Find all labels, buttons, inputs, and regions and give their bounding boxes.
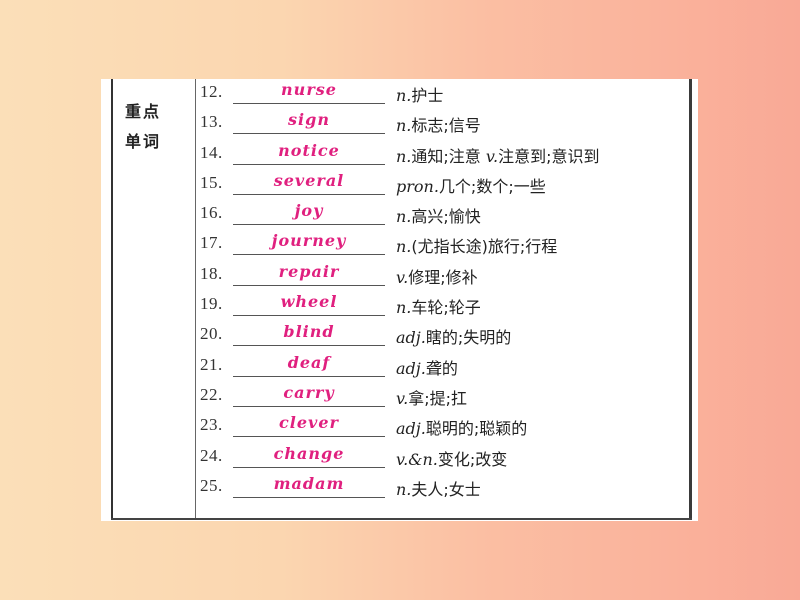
item-number: 16. bbox=[200, 203, 223, 223]
item-number: 17. bbox=[200, 233, 223, 253]
item-number: 20. bbox=[200, 324, 223, 344]
item-number: 14. bbox=[200, 142, 223, 162]
answer-blank-line bbox=[233, 163, 385, 165]
answer-blank-line bbox=[233, 375, 385, 377]
answer-word: deaf bbox=[287, 352, 331, 372]
part-of-speech: n. bbox=[396, 298, 412, 318]
definition: n.通知;注意 v.注意到;意识到 bbox=[396, 143, 600, 167]
part-of-speech: n. bbox=[396, 86, 412, 105]
column-divider bbox=[195, 79, 196, 520]
item-number: 22. bbox=[200, 384, 223, 404]
part-of-speech: n. bbox=[396, 207, 412, 227]
definition: v.修理;修补 bbox=[396, 264, 478, 288]
answer-word: change bbox=[273, 443, 345, 463]
meaning: 护士 bbox=[411, 86, 444, 105]
definition: n.标志;信号 bbox=[396, 112, 481, 136]
meaning: (尤指长途)旅行;行程 bbox=[411, 237, 558, 257]
item-number: 25. bbox=[200, 475, 223, 495]
item-number: 21. bbox=[200, 354, 223, 374]
part-of-speech: v. bbox=[396, 267, 409, 287]
meaning: 变化;改变 bbox=[437, 449, 508, 469]
definition: v.拿;提;扛 bbox=[396, 385, 467, 409]
definition: n.护士 bbox=[396, 82, 443, 106]
answer-blank-line bbox=[233, 345, 385, 347]
item-number: 13. bbox=[200, 112, 223, 132]
answer-word: carry bbox=[283, 382, 335, 402]
category-label: 重点 单词 bbox=[125, 97, 185, 157]
item-number: 15. bbox=[200, 172, 223, 192]
part-of-speech: adj. bbox=[396, 328, 426, 348]
item-number: 18. bbox=[200, 263, 223, 283]
meaning: 聪明的;聪颖的 bbox=[425, 419, 528, 439]
category-label-line2: 单词 bbox=[125, 132, 162, 151]
definition: v.&n.变化;改变 bbox=[396, 446, 507, 470]
table-border-right bbox=[689, 79, 692, 520]
answer-blank-line bbox=[233, 103, 385, 104]
answer-word: sign bbox=[288, 110, 330, 130]
definition: n.(尤指长途)旅行;行程 bbox=[396, 233, 557, 257]
part-of-speech: n. bbox=[396, 116, 412, 136]
answer-word: repair bbox=[278, 261, 340, 281]
category-label-line1: 重点 bbox=[125, 102, 162, 121]
definition: adj.瞎的;失明的 bbox=[396, 324, 511, 348]
answer-word: clever bbox=[279, 413, 339, 433]
answer-word: madam bbox=[273, 473, 345, 493]
part-of-speech: adj. bbox=[396, 358, 426, 378]
meaning: 通知;注意 bbox=[411, 146, 486, 166]
part-of-speech: n. bbox=[396, 146, 412, 166]
table-border-bottom bbox=[111, 518, 692, 520]
definition: pron.几个;数个;一些 bbox=[396, 173, 546, 197]
item-number: 23. bbox=[200, 415, 223, 435]
definition: n.车轮;轮子 bbox=[396, 294, 481, 318]
meaning: 瞎的;失明的 bbox=[425, 328, 512, 348]
part-of-speech: n. bbox=[396, 479, 412, 499]
answer-word: blind bbox=[283, 322, 335, 342]
part-of-speech-secondary: v. bbox=[485, 146, 499, 166]
answer-blank-line bbox=[233, 224, 385, 226]
answer-blank-line bbox=[233, 405, 385, 407]
definition: adj.聪明的;聪颖的 bbox=[396, 415, 527, 439]
answer-word: several bbox=[273, 170, 345, 190]
definition: n.夫人;女士 bbox=[396, 476, 481, 500]
meaning: 标志;信号 bbox=[411, 116, 481, 136]
part-of-speech: pron. bbox=[396, 176, 439, 196]
meaning-secondary: 注意到;意识到 bbox=[498, 146, 600, 166]
part-of-speech: v. bbox=[396, 388, 409, 408]
meaning: 聋的 bbox=[425, 358, 458, 378]
item-number: 19. bbox=[200, 294, 223, 314]
meaning: 修理;修补 bbox=[408, 267, 478, 287]
answer-word: nurse bbox=[281, 80, 337, 99]
item-number: 24. bbox=[200, 445, 223, 465]
meaning: 车轮;轮子 bbox=[411, 298, 481, 318]
answer-blank-line bbox=[233, 254, 385, 256]
definition: adj.聋的 bbox=[396, 355, 458, 379]
part-of-speech: n. bbox=[396, 237, 412, 257]
meaning: 夫人;女士 bbox=[411, 479, 481, 499]
part-of-speech: v.&n. bbox=[396, 449, 438, 469]
answer-word: joy bbox=[294, 201, 324, 221]
answer-blank-line bbox=[233, 284, 385, 286]
answer-blank-line bbox=[233, 133, 385, 135]
meaning: 拿;提;扛 bbox=[408, 388, 468, 408]
answer-word: notice bbox=[278, 140, 340, 160]
table-border-left bbox=[111, 79, 113, 520]
answer-blank-line bbox=[233, 466, 385, 468]
answer-blank-line bbox=[233, 315, 385, 317]
answer-blank-line bbox=[233, 496, 385, 498]
vocabulary-panel: 重点 单词 12. nurse n.护士 13. sign n.标志;信号 14. notic… bbox=[101, 79, 698, 521]
definition: n.高兴;愉快 bbox=[396, 203, 481, 227]
answer-word: wheel bbox=[280, 292, 338, 312]
meaning: 几个;数个;一些 bbox=[438, 176, 546, 196]
part-of-speech: adj. bbox=[396, 419, 426, 439]
item-number: 12. bbox=[200, 82, 223, 101]
answer-word: journey bbox=[271, 231, 347, 251]
answer-blank-line bbox=[233, 436, 385, 438]
answer-blank-line bbox=[233, 193, 385, 195]
meaning: 高兴;愉快 bbox=[411, 207, 481, 227]
